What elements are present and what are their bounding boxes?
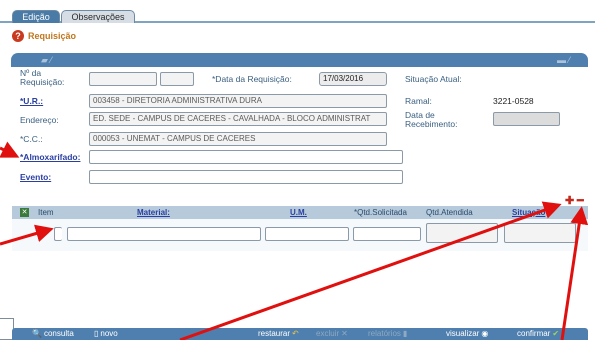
evento-field[interactable] — [89, 170, 403, 184]
evento-link[interactable]: Evento: — [20, 173, 51, 182]
arrow-almoxarifado — [0, 141, 20, 158]
excluir-label: excluir — [316, 329, 340, 338]
undo-icon: ↶ — [292, 329, 299, 338]
novo-label: novo — [100, 329, 118, 338]
ramal-value: 3221-0528 — [493, 96, 534, 106]
item-field[interactable] — [54, 227, 62, 241]
action-toolbar: 🔍 consulta ▯ novo restaurar ↶ excluir ✕ rela… — [12, 328, 588, 340]
qtd-atendida-field — [426, 223, 498, 243]
preview-icon: ◉ — [481, 329, 489, 338]
col-um[interactable]: U.M. — [290, 208, 307, 217]
col-item: Item — [38, 208, 54, 217]
um-field[interactable] — [265, 227, 349, 241]
visualizar-label: visualizar — [446, 329, 480, 338]
search-icon: 🔍 — [32, 329, 42, 338]
restaurar-label: restaurar — [258, 329, 291, 338]
ur-field[interactable]: 003458 - DIRETORIA ADMINISTRATIVA DURA — [89, 94, 387, 108]
tab-strip: Edição Observações — [0, 0, 595, 23]
col-situacao[interactable]: Situação — [512, 208, 545, 217]
folder-icon: ▰ ⁄ — [41, 55, 52, 65]
section-header: ? Requisição — [12, 29, 76, 43]
ur-link[interactable]: *U.R.: — [20, 97, 43, 106]
select-all-checkbox-icon[interactable]: ✕ — [20, 208, 29, 217]
data-recebimento-field — [493, 112, 560, 126]
ramal-label: Ramal: — [405, 96, 432, 106]
delete-icon: ✕ — [341, 329, 348, 338]
numero-ano-field[interactable] — [160, 72, 194, 86]
data-label: *Data da Requisição: — [212, 74, 292, 84]
col-qtd-atendida: Qtd.Atendida — [426, 208, 473, 217]
numero-field[interactable] — [89, 72, 157, 86]
data-field[interactable]: 17/03/2016 — [319, 72, 387, 86]
restaurar-button[interactable]: restaurar ↶ — [258, 329, 299, 338]
almoxarifado-link[interactable]: *Almoxarifado: — [20, 153, 80, 162]
novo-button[interactable]: ▯ novo — [94, 329, 118, 338]
relatorios-label: relatórios — [368, 329, 401, 338]
situacao-label: Situação Atual: — [405, 74, 462, 84]
help-icon[interactable]: ? — [12, 30, 24, 42]
report-icon: ▮ — [402, 329, 408, 338]
col-qtd-solicitada: *Qtd.Solicitada — [354, 208, 407, 217]
endereco-field[interactable]: ED. SEDE - CAMPUS DE CACERES - CAVALHADA… — [89, 112, 387, 126]
qtd-solicitada-field[interactable] — [353, 227, 421, 241]
new-document-icon: ▯ — [94, 329, 99, 338]
confirmar-button[interactable]: confirmar ✔ — [517, 329, 559, 338]
check-icon: ✔ — [552, 329, 560, 338]
items-grid-header: ✕ Item Material: U.M. *Qtd.Solicitada Qt… — [12, 206, 588, 219]
almoxarifado-field[interactable] — [89, 150, 403, 164]
data-recebimento-label: Data de Recebimento: — [405, 110, 458, 129]
cc-label: *C.C.: — [20, 134, 43, 144]
form-top-bar: ▰ ⁄ ▬ ⁄ — [11, 53, 588, 67]
consulta-button[interactable]: 🔍 consulta — [32, 329, 74, 338]
tab-observacoes[interactable]: Observações — [61, 10, 135, 23]
col-material[interactable]: Material: — [137, 208, 170, 217]
cc-field[interactable]: 000053 - UNEMAT - CAMPUS DE CACERES — [89, 132, 387, 146]
window-icon: ▬ ⁄ — [556, 55, 570, 65]
visualizar-button[interactable]: visualizar ◉ — [446, 329, 488, 338]
material-field[interactable] — [67, 227, 261, 241]
endereco-label: Endereço: — [20, 115, 59, 125]
excluir-button[interactable]: excluir ✕ — [316, 329, 348, 338]
situacao-field — [504, 223, 576, 243]
confirmar-label: confirmar — [517, 329, 551, 338]
consulta-label: consulta — [43, 329, 74, 338]
section-title: Requisição — [28, 31, 77, 41]
numero-label: Nº da Requisição: — [20, 68, 65, 87]
relatorios-button[interactable]: relatórios ▮ — [368, 329, 407, 338]
tab-edicao[interactable]: Edição — [12, 10, 60, 23]
